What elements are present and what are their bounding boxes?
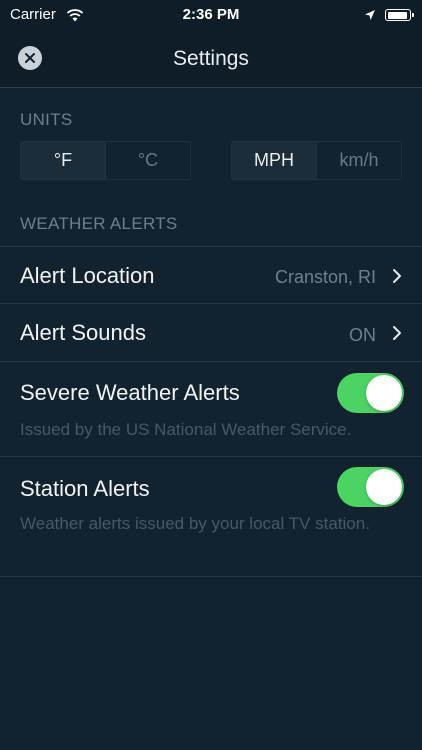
- battery-icon: [385, 9, 414, 21]
- location-arrow-icon: [365, 10, 375, 20]
- status-time: 2:36 PM: [182, 6, 240, 23]
- page-title: Settings: [173, 47, 249, 70]
- divider: [0, 246, 422, 247]
- severe-weather-alerts-label: Severe Weather Alerts: [20, 380, 240, 405]
- station-alerts-toggle[interactable]: [337, 467, 404, 507]
- toggle-knob: [366, 469, 402, 505]
- station-alerts-label: Station Alerts: [20, 476, 150, 501]
- alert-sounds-label: Alert Sounds: [20, 320, 146, 345]
- status-bar: Carrier 2:36 PM: [0, 0, 422, 30]
- chevron-right-icon: [393, 326, 401, 340]
- kmh-option[interactable]: km/h: [316, 142, 401, 179]
- chevron-right-icon: [393, 269, 401, 283]
- divider: [0, 303, 422, 304]
- celsius-option[interactable]: °C: [105, 142, 190, 179]
- severe-weather-alerts-toggle[interactable]: [337, 373, 404, 413]
- alert-location-value: Cranston, RI: [274, 267, 376, 287]
- nav-bar: Settings: [0, 30, 422, 88]
- weather-alerts-section-header: WEATHER ALERTS: [20, 214, 178, 233]
- divider: [0, 456, 422, 457]
- toggle-knob: [366, 375, 402, 411]
- mph-option[interactable]: MPH: [232, 142, 316, 179]
- severe-weather-alerts-description: Issued by the US National Weather Servic…: [20, 420, 352, 439]
- units-section-header: UNITS: [20, 110, 73, 129]
- station-alerts-description: Weather alerts issued by your local TV s…: [20, 514, 370, 533]
- temperature-unit-selector: °F °C: [20, 141, 191, 180]
- divider: [0, 576, 422, 577]
- fahrenheit-option[interactable]: °F: [21, 142, 105, 179]
- speed-unit-selector: MPH km/h: [231, 141, 402, 180]
- alert-location-label: Alert Location: [20, 263, 155, 288]
- divider: [0, 361, 422, 362]
- alert-sounds-value: ON: [349, 325, 376, 345]
- settings-screen: Carrier 2:36 PM Settings UNITS °F °C MPH…: [0, 0, 422, 750]
